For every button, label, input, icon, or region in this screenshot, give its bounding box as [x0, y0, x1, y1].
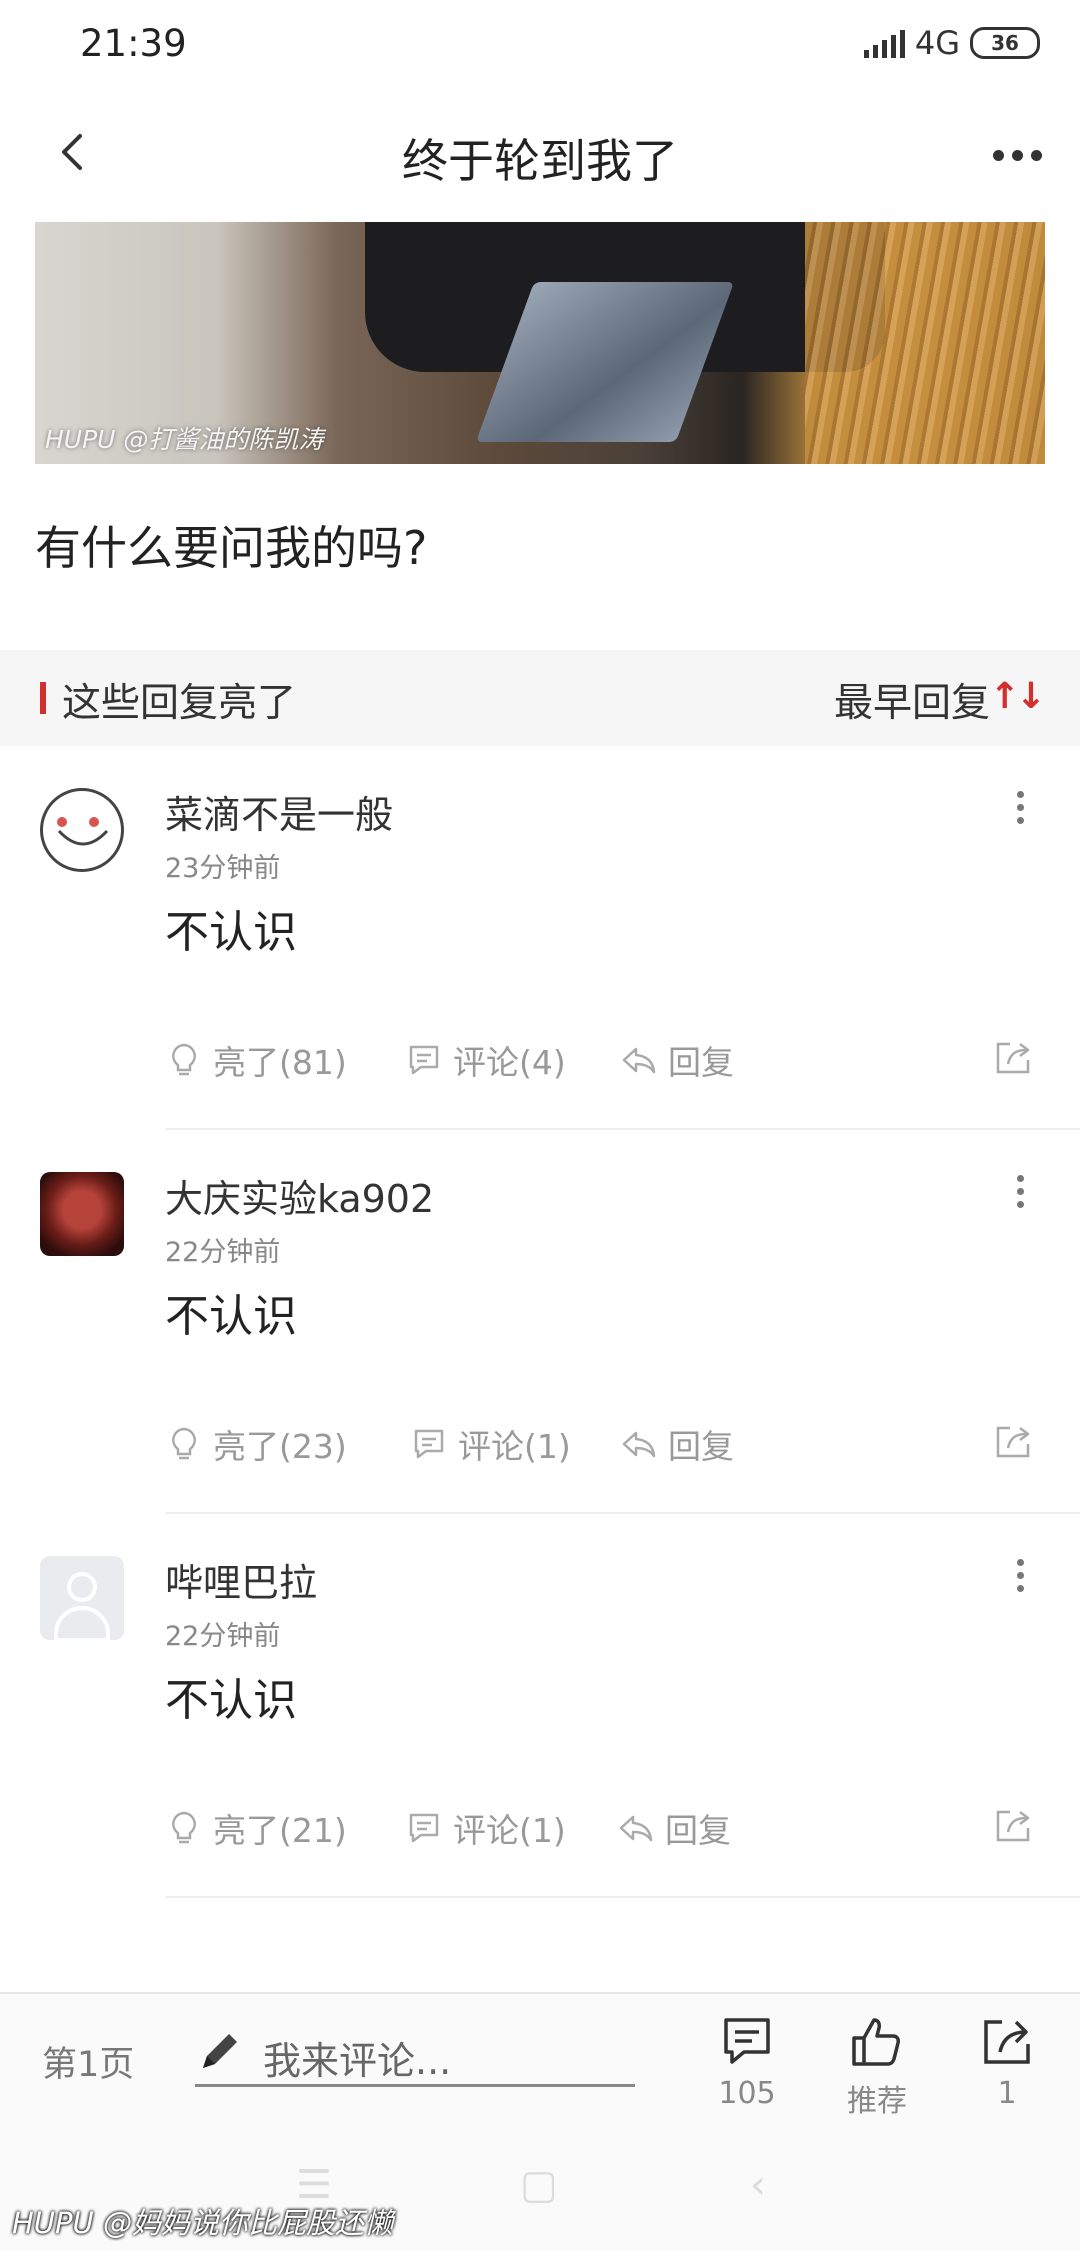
status-time: 21:39 [80, 22, 187, 65]
comment-item: 菜滴不是一般 23分钟前 不认识 亮了(81) 评论(4) 回复 [0, 746, 1080, 1130]
comment-icon [724, 2018, 770, 2064]
recommend-button[interactable]: 推荐 [822, 2012, 932, 2120]
back-icon[interactable] [52, 130, 96, 174]
comment-username[interactable]: 哔哩巴拉 [165, 1552, 317, 1607]
status-indicators: 4G 36 [863, 24, 1040, 62]
comment-icon [409, 1045, 439, 1075]
reply-button[interactable]: 回复 [620, 1420, 734, 1468]
divider [165, 1896, 1080, 1898]
lightbulb-icon [172, 1427, 196, 1460]
reply-icon [622, 1431, 656, 1458]
comment-username[interactable]: 大庆实验ka902 [165, 1168, 434, 1223]
lightbulb-icon [172, 1811, 196, 1844]
comments-button[interactable]: 105 [692, 2012, 802, 2111]
recommend-label: 推荐 [847, 2084, 907, 2119]
comment-icon [414, 1429, 444, 1459]
comment-time: 22分钟前 [165, 1621, 281, 1652]
battery-level: 36 [991, 31, 1019, 55]
comment-menu-icon[interactable] [1017, 1175, 1024, 1208]
reply-button[interactable]: 回复 [620, 1036, 734, 1084]
battery-icon: 36 [970, 27, 1040, 59]
share-icon [984, 2020, 1030, 2064]
comment-button[interactable]: 评论(4) [405, 1036, 566, 1084]
signal-icon [863, 28, 905, 58]
light-button[interactable]: 亮了(81) [165, 1036, 347, 1084]
comment-time: 22分钟前 [165, 1237, 281, 1268]
comment-username[interactable]: 菜滴不是一般 [165, 784, 393, 839]
comment-text: 不认识 [165, 907, 297, 958]
reply-icon [619, 1815, 653, 1842]
comment-icon [409, 1813, 439, 1843]
reply-label: 回复 [665, 1811, 731, 1850]
more-options-icon[interactable] [993, 150, 1042, 161]
comment-count: 评论(1) [453, 1811, 566, 1850]
network-type: 4G [914, 24, 960, 62]
accent-bar [40, 682, 46, 714]
post-image[interactable]: HUPU @打酱油的陈凯涛 [35, 222, 1045, 464]
comment-total: 105 [718, 2076, 776, 2111]
reply-label: 回复 [668, 1043, 734, 1082]
comment-text: 不认识 [165, 1291, 297, 1342]
pencil-icon [203, 2034, 237, 2068]
comment-menu-icon[interactable] [1017, 1559, 1024, 1592]
highlights-title: 这些回复亮了 [62, 681, 297, 726]
comment-item: 哔哩巴拉 22分钟前 不认识 亮了(21) 评论(1) 回复 [0, 1514, 1080, 1898]
post-text: 有什么要问我的吗? [35, 521, 428, 575]
thumbs-up-icon [852, 2018, 900, 2066]
share-icon[interactable] [992, 1420, 1034, 1462]
comment-actions: 亮了(21) 评论(1) 回复 [165, 1804, 1045, 1864]
light-count: 亮了(81) [213, 1043, 347, 1082]
light-button[interactable]: 亮了(23) [165, 1420, 347, 1468]
default-avatar-icon[interactable] [40, 1556, 124, 1640]
share-total: 1 [997, 2076, 1017, 2111]
comment-button[interactable]: 评论(1) [405, 1804, 566, 1852]
comment-placeholder: 我来评论... [263, 2039, 452, 2083]
comment-count: 评论(1) [458, 1427, 571, 1466]
comment-text: 不认识 [165, 1675, 297, 1726]
image-watermark: HUPU @打酱油的陈凯涛 [45, 425, 324, 454]
comment-count: 评论(4) [453, 1043, 566, 1082]
comment-button[interactable]: 评论(1) [410, 1420, 571, 1468]
comment-menu-icon[interactable] [1017, 791, 1024, 824]
comment-input[interactable]: 我来评论... [195, 2024, 635, 2087]
comment-time: 23分钟前 [165, 853, 281, 884]
page-title: 终于轮到我了 [402, 134, 678, 188]
share-icon[interactable] [992, 1804, 1034, 1846]
reply-button[interactable]: 回复 [617, 1804, 731, 1852]
highlights-header: 这些回复亮了 最早回复 ↑↓ [0, 650, 1080, 746]
reply-icon [622, 1047, 656, 1074]
light-count: 亮了(23) [213, 1427, 347, 1466]
back-nav-icon[interactable]: ‹ [750, 2162, 766, 2208]
sort-button[interactable]: 最早回复 [834, 672, 990, 728]
light-count: 亮了(21) [213, 1811, 347, 1850]
lightbulb-icon [172, 1043, 196, 1076]
watermark: HUPU @妈妈说你比屁股还懒 [12, 2206, 393, 2240]
avatar[interactable] [40, 1172, 124, 1256]
comment-item: 大庆实验ka902 22分钟前 不认识 亮了(23) 评论(1) 回复 [0, 1130, 1080, 1514]
comment-actions: 亮了(23) 评论(1) 回复 [165, 1420, 1045, 1480]
home-icon[interactable]: ▢ [520, 2162, 558, 2208]
comment-actions: 亮了(81) 评论(4) 回复 [165, 1036, 1045, 1096]
light-button[interactable]: 亮了(21) [165, 1804, 347, 1852]
avatar[interactable] [40, 788, 124, 872]
reply-label: 回复 [668, 1427, 734, 1466]
share-button[interactable]: 1 [952, 2012, 1062, 2111]
sort-arrows-icon[interactable]: ↑↓ [990, 676, 1046, 717]
page-indicator[interactable]: 第1页 [42, 2036, 134, 2087]
share-icon[interactable] [992, 1036, 1034, 1078]
